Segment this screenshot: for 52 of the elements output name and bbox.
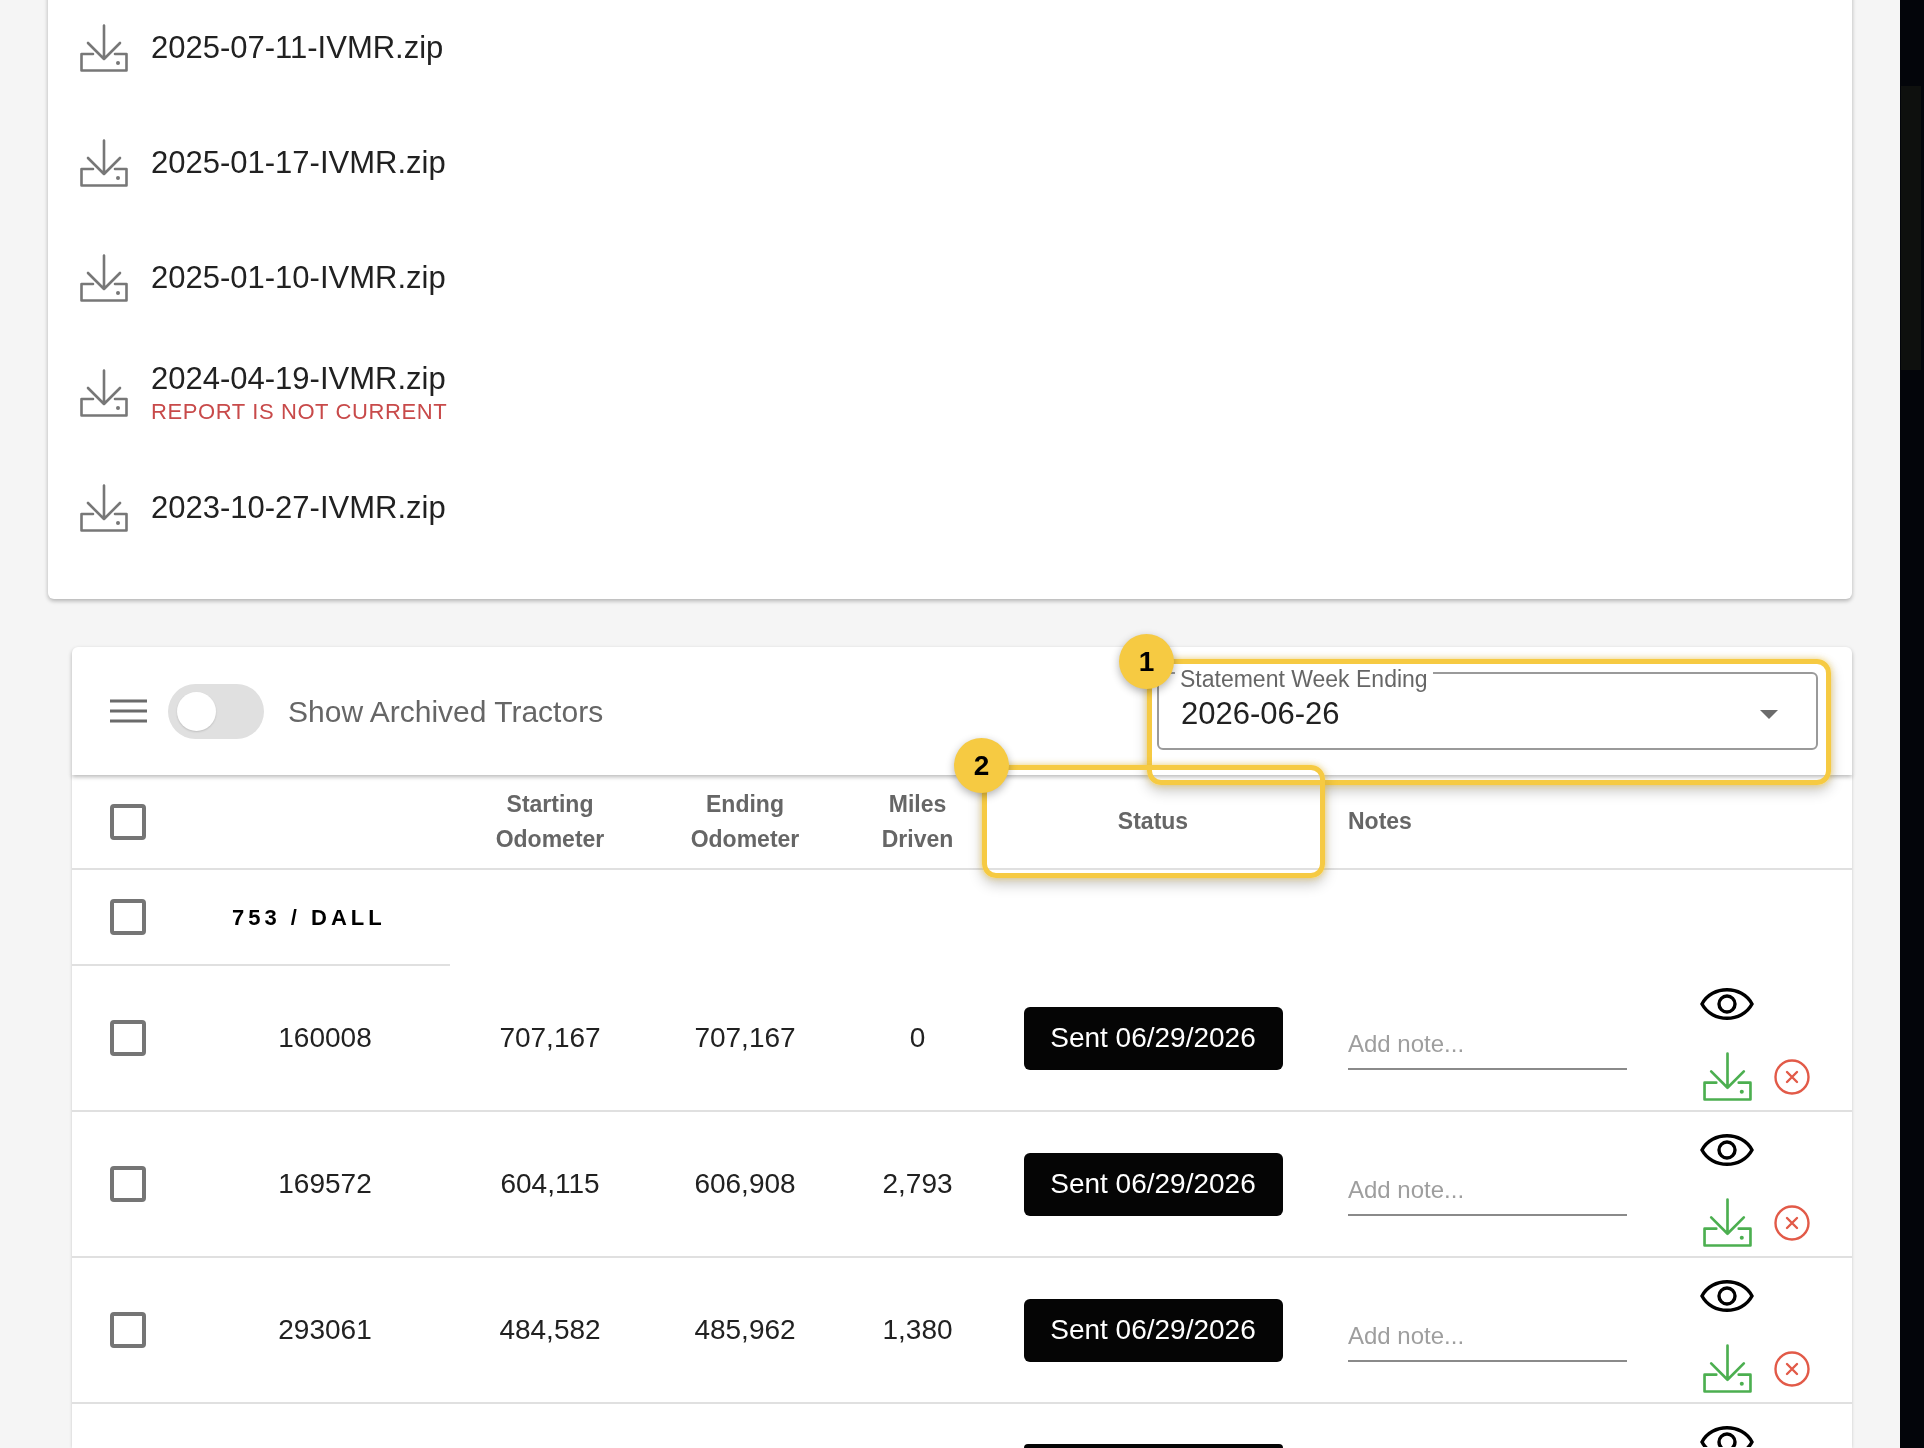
table-cell-text: 293061 xyxy=(278,1313,372,1347)
column-header: Notes xyxy=(1348,807,1412,836)
table-cell-text: 2,793 xyxy=(882,1167,953,1201)
file-link[interactable]: 2025-01-10-IVMR.zip xyxy=(151,258,446,297)
checkbox[interactable] xyxy=(110,899,146,935)
table-cell-text: 160008 xyxy=(278,1021,372,1055)
table-cell-text: 707,167 xyxy=(694,1021,796,1055)
checkbox[interactable] xyxy=(110,1020,146,1056)
checkbox[interactable] xyxy=(110,1166,146,1202)
toggle-label: Show Archived Tractors xyxy=(288,693,604,730)
checkbox[interactable] xyxy=(110,803,146,840)
table-cell-text: 485,962 xyxy=(694,1313,796,1347)
caret-icon xyxy=(1760,709,1778,719)
warning-text: REPORT IS NOT CURRENT xyxy=(151,397,448,426)
table-cell-text: 707,167 xyxy=(499,1021,601,1055)
checkbox[interactable] xyxy=(110,1312,146,1348)
x-circle-icon[interactable] xyxy=(1774,1204,1810,1241)
table-cell-text: 604,115 xyxy=(500,1167,600,1201)
file-link[interactable]: 2024-04-19-IVMR.zip xyxy=(151,359,448,398)
x-circle-icon[interactable] xyxy=(1774,1350,1810,1387)
file-link[interactable]: 2023-10-27-IVMR.zip xyxy=(151,488,446,527)
table-cell-text: 1,380 xyxy=(882,1313,953,1347)
status-badge: Sent 06/29/2026 xyxy=(1023,1298,1283,1362)
table-cell-text: 0 xyxy=(909,1021,926,1055)
column-header: Starting Odometer xyxy=(494,789,606,854)
download-icon[interactable] xyxy=(1703,1344,1752,1393)
status-badge: Sent 06/29/2026 xyxy=(1023,1006,1283,1070)
download-icon[interactable] xyxy=(1703,1052,1752,1101)
file-link[interactable]: 2025-01-17-IVMR.zip xyxy=(151,143,446,182)
download-icon[interactable] xyxy=(80,368,128,417)
note-input[interactable]: Add note... xyxy=(1348,1312,1627,1362)
field-label: Statement Week Ending xyxy=(1175,667,1433,691)
column-header: Status xyxy=(1117,807,1189,836)
table-cell-text: 484,582 xyxy=(499,1313,601,1347)
x-circle-icon[interactable] xyxy=(1774,1058,1810,1095)
group-label: 753 / DALL xyxy=(231,903,386,932)
status-badge: Sent 06/29/2026 xyxy=(1023,1152,1283,1216)
file-link[interactable]: 2025-07-11-IVMR.zip xyxy=(151,28,444,67)
scrollbar-thumb[interactable] xyxy=(1901,86,1921,370)
download-icon[interactable] xyxy=(80,483,128,532)
menu-icon[interactable] xyxy=(110,699,147,723)
download-icon[interactable] xyxy=(80,138,128,187)
download-icon[interactable] xyxy=(1703,1198,1752,1247)
note-input[interactable]: Add note... xyxy=(1348,1020,1627,1070)
column-header: Ending Odometer xyxy=(689,789,801,854)
table-cell-text: 169572 xyxy=(278,1167,372,1201)
download-icon[interactable] xyxy=(80,23,128,72)
column-header: Miles Driven xyxy=(880,789,955,854)
note-input[interactable]: Add note... xyxy=(1348,1166,1627,1216)
table-cell-text: 606,908 xyxy=(694,1167,796,1201)
step-badge: 1 xyxy=(1119,634,1174,689)
download-icon[interactable] xyxy=(80,253,128,302)
